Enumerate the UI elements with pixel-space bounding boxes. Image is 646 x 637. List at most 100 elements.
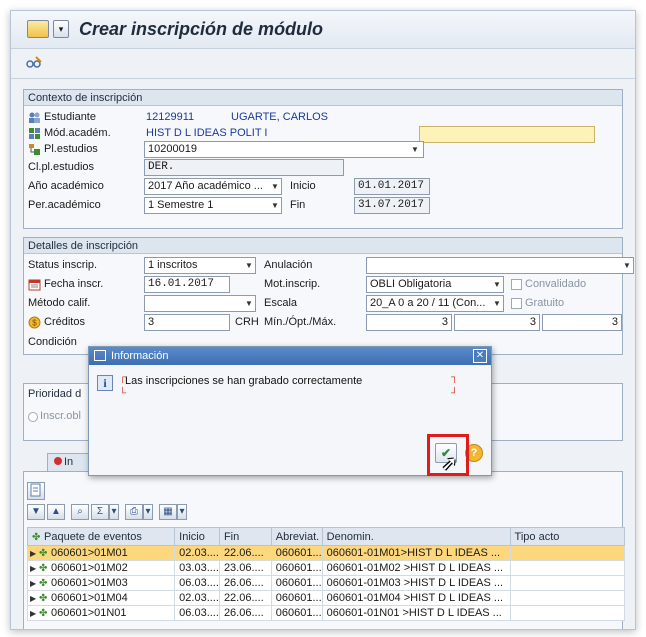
opt-input[interactable]: 3 (454, 314, 540, 331)
scale-dropdown-icon[interactable]: ▼ (492, 296, 502, 311)
table-row[interactable]: ▶ ✤ 060601>01M03 06.03.... 26.06.... 060601.… (26, 575, 626, 591)
page-title: Crear inscripción de módulo (79, 19, 324, 39)
details-group: Detalles de inscripción Status inscrip. … (23, 237, 634, 355)
min-input[interactable]: 3 (366, 314, 452, 331)
reason-label: Mot.inscrip. (264, 278, 321, 290)
reason-dropdown-icon[interactable]: ▼ (492, 277, 502, 292)
end-label: Fin (290, 199, 306, 211)
menu-dropdown-button[interactable]: ▾ (53, 20, 69, 38)
period-dropdown-icon[interactable]: ▼ (270, 198, 280, 213)
table-header-row: ✤ Paquete de eventos Inicio Fin Abreviat.… (26, 527, 626, 546)
table-row[interactable]: ▶ ✤ 060601>01M04 02.03.... 22.06.... 060601.… (26, 590, 626, 606)
max-input[interactable]: 3 (542, 314, 622, 331)
export-dropdown-icon[interactable]: ▾ (177, 504, 187, 520)
application-toolbar (11, 49, 635, 79)
credits-icon: $ (28, 316, 41, 329)
period-label: Per.académico (28, 199, 101, 211)
message-area: ┌ └ Las inscripciones se han grabado cor… (117, 371, 461, 401)
module-icon (28, 127, 41, 140)
year-select[interactable]: 2017 Año académico ... (144, 178, 282, 195)
col-name[interactable]: Denomin. (321, 527, 511, 546)
col-end[interactable]: Fin (218, 527, 272, 546)
cancel-select[interactable] (366, 257, 634, 274)
package-icon: ✤ (32, 531, 41, 543)
date-input[interactable]: 16.01.2017 (144, 276, 230, 293)
plan-label: Pl.estudios (44, 143, 98, 155)
sum-icon[interactable]: Σ (91, 504, 109, 520)
export-icon[interactable]: ▦ (159, 504, 177, 520)
title-bar: ▾ Crear inscripción de módulo (11, 11, 635, 49)
method-dropdown-icon[interactable]: ▼ (244, 296, 254, 311)
find-icon[interactable]: ⌕ (71, 504, 89, 520)
package-icon: ✤ (39, 548, 48, 559)
col-abbr[interactable]: Abreviat. (270, 527, 323, 546)
study-plan-icon (28, 143, 41, 156)
sap-window: ▾ Crear inscripción de módulo Contexto d… (10, 10, 636, 630)
details-group-title: Detalles de inscripción (24, 238, 622, 254)
validated-checkbox[interactable] (511, 279, 522, 290)
package-icon: ✤ (39, 593, 48, 604)
priority-group-title: Prioridad d (28, 388, 82, 400)
expand-arrow-icon[interactable]: ▶ (30, 564, 39, 573)
priority-radio[interactable] (28, 412, 38, 422)
period-select[interactable]: 1 Semestre 1 (144, 197, 282, 214)
credits-input[interactable]: 3 (144, 314, 230, 331)
print-icon[interactable]: ⎙ (125, 504, 143, 520)
cancel-dropdown-icon[interactable]: ▼ (622, 258, 632, 273)
status-select[interactable]: 1 inscritos (144, 257, 256, 274)
bracket-bottom-left-icon: └ (119, 388, 127, 399)
expand-arrow-icon[interactable]: ▶ (30, 609, 39, 618)
calendar-icon (28, 278, 41, 291)
dialog-title-bar: Información ✕ (89, 347, 491, 365)
table-row[interactable]: ▶ ✤ 060601>01N01 06.03.... 26.06.... 060601.… (26, 605, 626, 621)
package-icon: ✤ (39, 563, 48, 574)
events-table: ✤ Paquete de eventos Inicio Fin Abreviat.… (26, 527, 626, 621)
col-start[interactable]: Inicio (174, 527, 220, 546)
method-label: Método calif. (28, 297, 91, 309)
bracket-bottom-right-icon: ┘ (451, 388, 459, 399)
glasses-edit-icon[interactable] (25, 55, 43, 73)
scale-select[interactable]: 20_A 0 a 20 / 11 (Con... (366, 295, 504, 312)
status-label: Status inscrip. (28, 259, 98, 271)
expand-all-icon[interactable]: ▼ (27, 504, 45, 520)
status-dropdown-icon[interactable]: ▼ (244, 258, 254, 273)
details-icon[interactable] (27, 482, 45, 500)
dialog-message: Las inscripciones se han grabado correct… (125, 375, 363, 387)
dialog-window-icon (94, 350, 106, 361)
collapse-all-icon[interactable]: ▲ (47, 504, 65, 520)
close-icon[interactable]: ✕ (473, 349, 487, 363)
date-label: Fecha inscr. (44, 278, 104, 290)
cancel-label: Anulación (264, 259, 313, 271)
free-checkbox[interactable] (511, 298, 522, 309)
student-icon (28, 111, 41, 124)
method-select[interactable] (144, 295, 256, 312)
module-value[interactable]: HIST D L IDEAS POLIT I (146, 124, 267, 142)
expand-arrow-icon[interactable]: ▶ (30, 594, 39, 603)
dialog-title: Información (111, 350, 169, 362)
sap-menu-icon[interactable] (27, 20, 49, 38)
table-row[interactable]: ▶ ✤ 060601>01M02 03.03.... 23.06.... 060601.… (26, 560, 626, 576)
minmax-label: Mín./Ópt./Máx. (264, 316, 337, 328)
expand-arrow-icon[interactable]: ▶ (30, 549, 39, 558)
credits-unit: CRH (235, 316, 259, 328)
sum-dropdown-icon[interactable]: ▾ (109, 504, 119, 520)
mouse-cursor-icon: ➚ (441, 453, 458, 475)
col-package[interactable]: ✤ Paquete de eventos (26, 527, 176, 546)
tab-label: In (64, 456, 74, 468)
col-type[interactable]: Tipo acto (509, 527, 626, 546)
scale-label: Escala (264, 297, 298, 309)
year-dropdown-icon[interactable]: ▼ (270, 179, 280, 194)
info-icon: i (97, 375, 113, 391)
print-dropdown-icon[interactable]: ▾ (143, 504, 153, 520)
reason-select[interactable]: OBLI Obligatoria (366, 276, 504, 293)
start-field: 01.01.2017 (354, 178, 430, 195)
free-label: Gratuito (525, 297, 565, 309)
plan-dropdown-icon[interactable]: ▼ (410, 142, 420, 157)
expand-arrow-icon[interactable]: ▶ (30, 579, 39, 588)
status-dot-icon (54, 457, 62, 465)
table-row[interactable]: ▶ ✤ 060601>01M01 02.03.... 22.06.... 060601.… (26, 545, 626, 561)
module-input[interactable] (419, 126, 595, 143)
clplan-input: DER. (144, 159, 344, 176)
priority-radio-label: Inscr.obl (40, 410, 81, 422)
plan-input[interactable]: 10200019 (144, 141, 424, 158)
